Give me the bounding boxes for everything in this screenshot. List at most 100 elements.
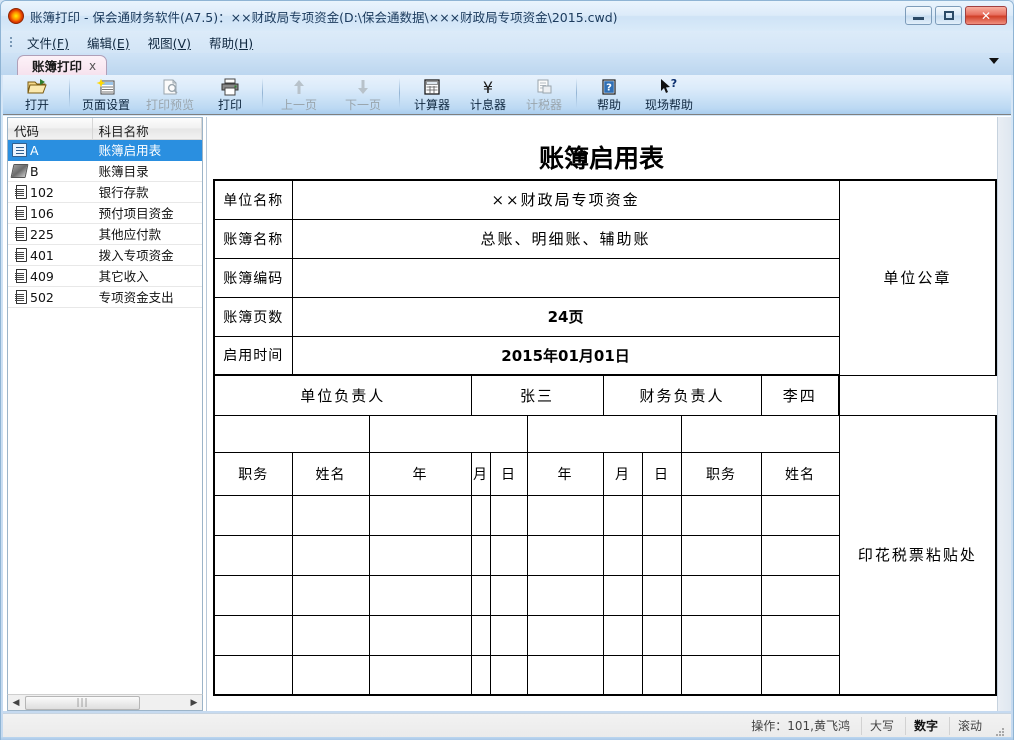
page-setup-icon xyxy=(96,77,116,97)
toolbar-button-interest[interactable]: ¥ 计息器 xyxy=(460,75,516,115)
finance-leader-label: 财务负责人 xyxy=(603,375,761,415)
grid-cell xyxy=(292,655,369,695)
info-label-text: 账簿页数 xyxy=(223,310,283,326)
menu-bar: 文件(F) 编辑(E) 视图(V) 帮助(H) xyxy=(1,31,1013,53)
print-preview-icon xyxy=(160,77,180,97)
toolbar-button-help[interactable]: ? 帮助 xyxy=(581,75,637,115)
ledger-icon xyxy=(12,269,27,283)
ledger-icon xyxy=(12,206,27,220)
column-header-name[interactable]: 科目名称 xyxy=(93,118,202,139)
list-item-name: 其它收入 xyxy=(93,266,202,287)
grid-header-text: 年 xyxy=(558,467,573,483)
grid-cell xyxy=(471,575,490,615)
toolbar-button-print[interactable]: 打印 xyxy=(202,75,258,115)
title-bar: 账簿打印 - 保会通财务软件(A7.5)：××财政局专项资金(D:\保会通数据\… xyxy=(1,1,1013,31)
tab-account-book-print[interactable]: 账簿打印 x xyxy=(17,55,107,75)
toolbar-print-label: 打印 xyxy=(218,98,242,113)
scroll-right-icon[interactable]: ▶ xyxy=(186,695,202,710)
menu-item-edit-key: (E) xyxy=(112,36,130,51)
stamp-area-text: 印花税票粘贴处 xyxy=(858,546,977,564)
toolbar-button-tax[interactable]: 计税器 xyxy=(516,75,572,115)
chevron-down-icon[interactable] xyxy=(989,58,999,64)
grid-cell xyxy=(603,535,642,575)
unit-leader-name: 张三 xyxy=(471,375,603,415)
svg-text:¥: ¥ xyxy=(483,78,493,96)
list-item-code: 401 xyxy=(30,248,54,263)
grid-cell xyxy=(681,535,761,575)
menu-item-view-label: 视图 xyxy=(148,36,173,51)
calculator-icon xyxy=(422,77,442,97)
document-viewport[interactable]: 账簿启用表 单位名称××财政局专项资金单位公章账簿名称总账、明细账、辅助账账簿编… xyxy=(206,117,1011,711)
toolbar-button-context-help[interactable]: ? 现场帮助 xyxy=(637,75,701,115)
ledger-icon xyxy=(12,248,27,262)
list-item-name: 账簿目录 xyxy=(93,161,202,182)
list-item[interactable]: 102银行存款 xyxy=(8,182,202,203)
tab-close-icon[interactable]: x xyxy=(89,59,96,73)
grid-cell xyxy=(603,655,642,695)
menu-item-file[interactable]: 文件(F) xyxy=(18,31,78,54)
toolbar-button-print-preview[interactable]: 打印预览 xyxy=(138,75,202,115)
toolbar-button-page-setup[interactable]: 页面设置 xyxy=(74,75,138,115)
list-item[interactable]: A账簿启用表 xyxy=(8,140,202,161)
sidebar-horizontal-scrollbar[interactable]: ◀ ||| ▶ xyxy=(7,694,203,711)
close-button[interactable]: ✕ xyxy=(965,6,1007,25)
menu-item-edit[interactable]: 编辑(E) xyxy=(78,31,139,54)
scroll-left-icon[interactable]: ◀ xyxy=(8,695,24,710)
list-item-code: 502 xyxy=(30,290,54,305)
toolbar-interest-label: 计息器 xyxy=(470,98,506,113)
grid-cell xyxy=(490,655,527,695)
toolbar-button-prev-page[interactable]: 上一页 xyxy=(267,75,331,115)
grid-cell xyxy=(603,615,642,655)
account-book-activation-table: 单位名称××财政局专项资金单位公章账簿名称总账、明细账、辅助账账簿编码账簿页数2… xyxy=(213,179,997,696)
grid-cell xyxy=(292,495,369,535)
grid-cell xyxy=(761,655,839,695)
grid-header-text: 职务 xyxy=(238,467,268,483)
grid-cell xyxy=(292,575,369,615)
toolbar-button-next-page[interactable]: 下一页 xyxy=(331,75,395,115)
list-item-code: A xyxy=(30,143,39,158)
menu-item-file-key: (F) xyxy=(52,36,69,51)
menu-grip-icon[interactable] xyxy=(6,35,16,49)
grid-header-1: 姓名 xyxy=(292,452,369,495)
menu-item-help[interactable]: 帮助(H) xyxy=(200,31,262,54)
grid-header-text: 职务 xyxy=(706,467,736,483)
info-value-text: 24页 xyxy=(548,308,584,326)
scroll-thumb[interactable]: ||| xyxy=(25,696,140,710)
grid-header-text: 月 xyxy=(615,467,630,483)
list-item-name: 其他应付款 xyxy=(93,224,202,245)
list-item-code-cell: 502 xyxy=(8,287,93,308)
minimize-button[interactable] xyxy=(905,6,932,25)
toolbar-next-page-label: 下一页 xyxy=(345,98,381,113)
unit-seal-text: 单位公章 xyxy=(883,269,951,287)
toolbar-button-open[interactable]: 打开 xyxy=(9,75,65,115)
list-item[interactable]: 106预付项目资金 xyxy=(8,203,202,224)
info-label-text: 单位名称 xyxy=(223,193,283,209)
list-item[interactable]: 225其他应付款 xyxy=(8,224,202,245)
menu-item-view[interactable]: 视图(V) xyxy=(139,31,200,54)
list-item-code-cell: 409 xyxy=(8,266,93,287)
list-item-name: 拨入专项资金 xyxy=(93,245,202,266)
menu-item-view-key: (V) xyxy=(173,36,191,51)
list-item-code-cell: B xyxy=(8,161,93,182)
info-value-2 xyxy=(292,258,839,297)
toolbar-separator xyxy=(69,78,70,108)
list-item-code-cell: 401 xyxy=(8,245,93,266)
grid-header-text: 日 xyxy=(654,467,669,483)
info-value-text: 2015年01月01日 xyxy=(501,347,630,365)
toolbar-button-calculator[interactable]: 计算器 xyxy=(404,75,460,115)
resize-grip-icon[interactable] xyxy=(993,719,1007,733)
list-item[interactable]: B账簿目录 xyxy=(8,161,202,182)
list-item[interactable]: 409其它收入 xyxy=(8,266,202,287)
document-vertical-scrollbar[interactable] xyxy=(997,117,1011,711)
toolbar-tax-label: 计税器 xyxy=(526,98,562,113)
info-label-1: 账簿名称 xyxy=(214,219,292,258)
maximize-button[interactable] xyxy=(935,6,962,25)
toolbar-calculator-label: 计算器 xyxy=(414,98,450,113)
list-item[interactable]: 502专项资金支出 xyxy=(8,287,202,308)
table-row: 单位名称××财政局专项资金单位公章 xyxy=(214,180,996,219)
list-item[interactable]: 401 拨入专项资金 xyxy=(8,245,202,266)
column-header-code[interactable]: 代码 xyxy=(8,118,93,139)
grid-cell xyxy=(369,535,471,575)
list-item-code-cell: A xyxy=(8,140,93,161)
grid-cell xyxy=(490,615,527,655)
